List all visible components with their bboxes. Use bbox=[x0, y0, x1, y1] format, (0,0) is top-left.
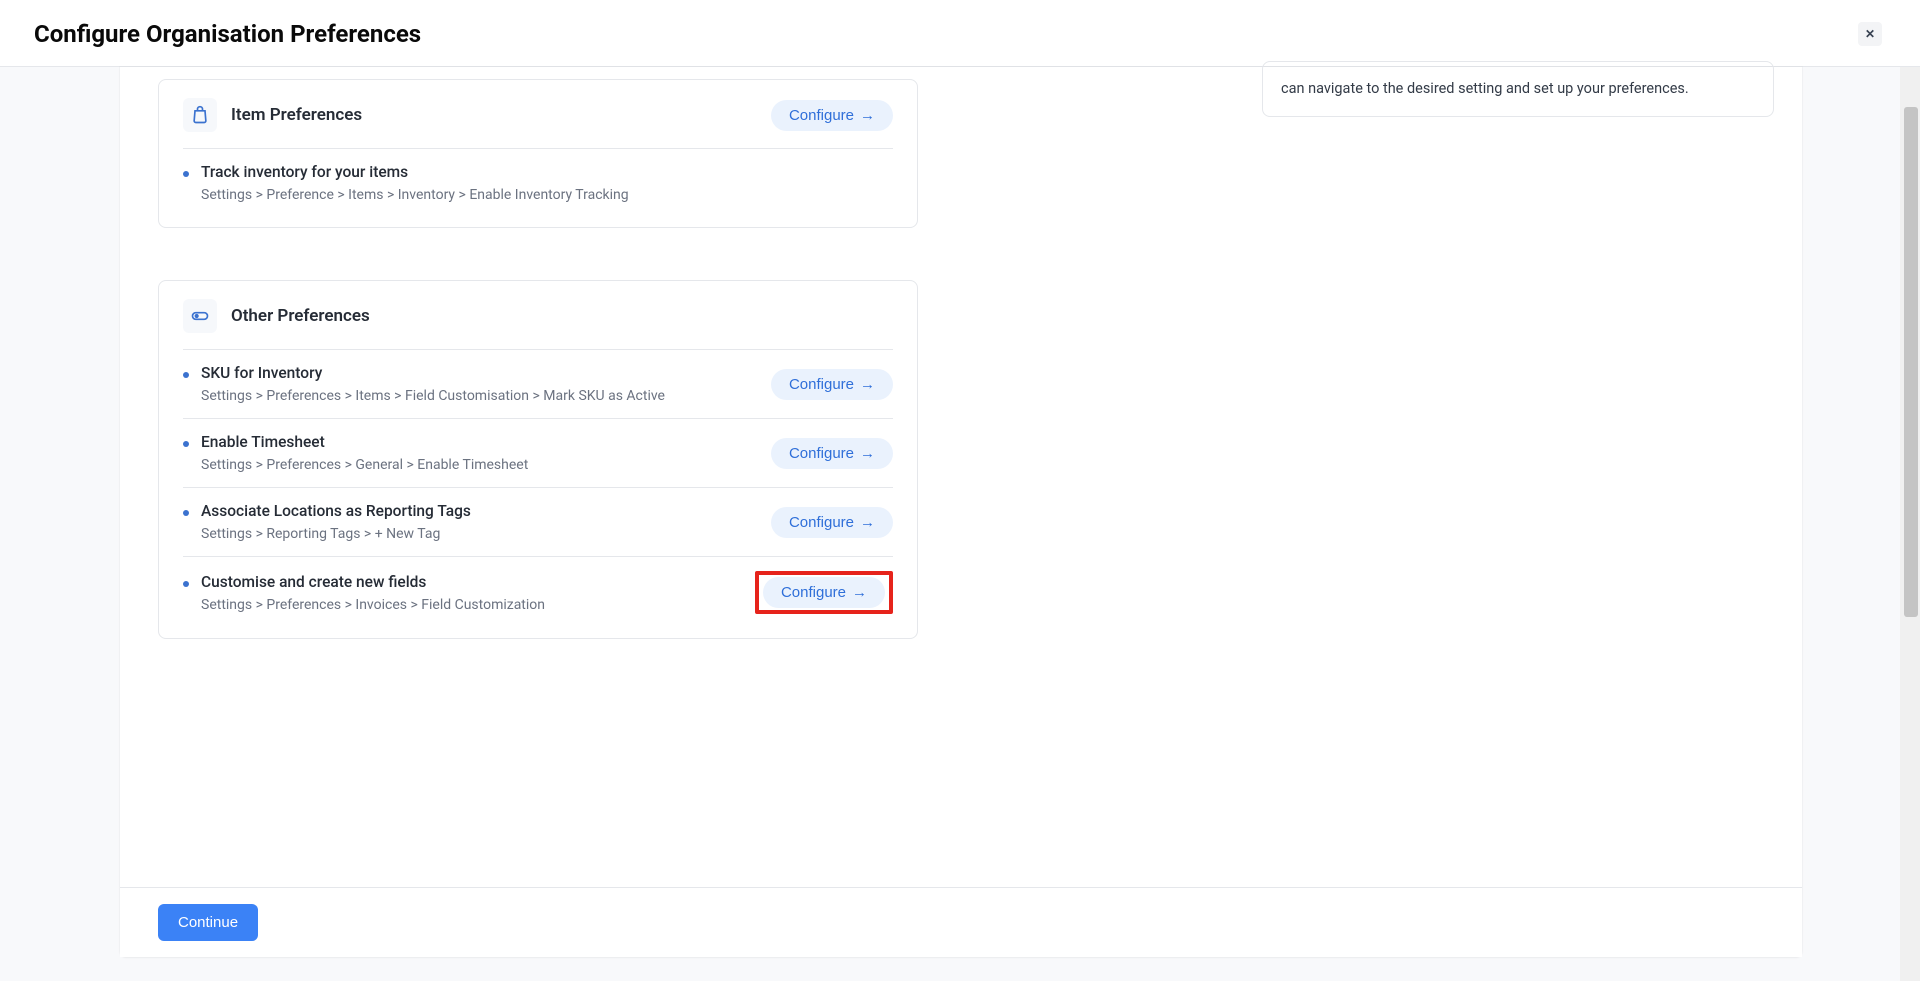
card-title: Item Preferences bbox=[231, 105, 362, 125]
list-item: SKU for Inventory Settings > Preferences… bbox=[183, 350, 893, 419]
scrollbar-thumb[interactable] bbox=[1904, 107, 1918, 617]
arrow-right-icon: → bbox=[860, 107, 875, 124]
info-box: can navigate to the desired setting and … bbox=[1262, 61, 1774, 117]
arrow-right-icon: → bbox=[860, 376, 875, 393]
page-body: Item Preferences Configure → Track inven… bbox=[0, 67, 1920, 981]
configure-label: Configure bbox=[789, 445, 854, 462]
configure-item-button[interactable]: Configure → bbox=[771, 100, 893, 131]
card-header: Other Preferences bbox=[183, 281, 893, 350]
card-header-left: Item Preferences bbox=[183, 98, 362, 132]
list-item: Track inventory for your items Settings … bbox=[183, 149, 893, 217]
item-path: Settings > Preference > Items > Inventor… bbox=[201, 187, 629, 203]
bullet-icon bbox=[183, 581, 189, 587]
footer-bar: Continue bbox=[120, 887, 1802, 957]
item-left: Track inventory for your items Settings … bbox=[183, 163, 629, 203]
close-icon: ✕ bbox=[1865, 27, 1875, 41]
highlight-annotation: Configure → bbox=[755, 571, 893, 614]
configure-label: Configure bbox=[789, 514, 854, 531]
bag-icon bbox=[183, 98, 217, 132]
bullet-icon bbox=[183, 171, 189, 177]
continue-label: Continue bbox=[178, 914, 238, 931]
card-header: Item Preferences Configure → bbox=[183, 80, 893, 149]
list-item: Associate Locations as Reporting Tags Se… bbox=[183, 488, 893, 557]
other-preferences-card: Other Preferences SKU for Inventory Sett… bbox=[158, 280, 918, 639]
item-path: Settings > Reporting Tags > + New Tag bbox=[201, 526, 471, 542]
bullet-icon bbox=[183, 441, 189, 447]
configure-timesheet-button[interactable]: Configure → bbox=[771, 438, 893, 469]
item-left: Associate Locations as Reporting Tags Se… bbox=[183, 502, 471, 542]
configure-customfields-button[interactable]: Configure → bbox=[763, 577, 885, 608]
toggle-icon bbox=[183, 299, 217, 333]
item-text: Customise and create new fields Settings… bbox=[201, 573, 545, 613]
modal-header: Configure Organisation Preferences ✕ bbox=[0, 0, 1920, 67]
item-text: Enable Timesheet Settings > Preferences … bbox=[201, 433, 528, 473]
item-left: Enable Timesheet Settings > Preferences … bbox=[183, 433, 528, 473]
configure-label: Configure bbox=[789, 376, 854, 393]
bullet-icon bbox=[183, 372, 189, 378]
configure-locations-button[interactable]: Configure → bbox=[771, 507, 893, 538]
side-column: can navigate to the desired setting and … bbox=[956, 67, 1802, 957]
item-left: Customise and create new fields Settings… bbox=[183, 573, 545, 613]
arrow-right-icon: → bbox=[860, 514, 875, 531]
item-title: SKU for Inventory bbox=[201, 364, 665, 382]
item-title: Enable Timesheet bbox=[201, 433, 528, 451]
continue-button[interactable]: Continue bbox=[158, 904, 258, 941]
item-text: Track inventory for your items Settings … bbox=[201, 163, 629, 203]
item-left: SKU for Inventory Settings > Preferences… bbox=[183, 364, 665, 404]
item-title: Track inventory for your items bbox=[201, 163, 629, 181]
configure-label: Configure bbox=[789, 107, 854, 124]
configure-sku-button[interactable]: Configure → bbox=[771, 369, 893, 400]
configure-label: Configure bbox=[781, 584, 846, 601]
item-text: Associate Locations as Reporting Tags Se… bbox=[201, 502, 471, 542]
item-path: Settings > Preferences > General > Enabl… bbox=[201, 457, 528, 473]
item-preferences-card: Item Preferences Configure → Track inven… bbox=[158, 79, 918, 228]
item-title: Customise and create new fields bbox=[201, 573, 545, 591]
info-text: can navigate to the desired setting and … bbox=[1281, 80, 1689, 97]
card-title: Other Preferences bbox=[231, 306, 370, 326]
main-column: Item Preferences Configure → Track inven… bbox=[120, 67, 956, 957]
arrow-right-icon: → bbox=[852, 584, 867, 601]
item-path: Settings > Preferences > Invoices > Fiel… bbox=[201, 597, 545, 613]
content-container: Item Preferences Configure → Track inven… bbox=[120, 67, 1802, 957]
item-text: SKU for Inventory Settings > Preferences… bbox=[201, 364, 665, 404]
item-path: Settings > Preferences > Items > Field C… bbox=[201, 388, 665, 404]
page-title: Configure Organisation Preferences bbox=[34, 20, 421, 48]
close-button[interactable]: ✕ bbox=[1858, 22, 1882, 46]
arrow-right-icon: → bbox=[860, 445, 875, 462]
list-item: Enable Timesheet Settings > Preferences … bbox=[183, 419, 893, 488]
list-item: Customise and create new fields Settings… bbox=[183, 557, 893, 628]
bullet-icon bbox=[183, 510, 189, 516]
item-title: Associate Locations as Reporting Tags bbox=[201, 502, 471, 520]
card-header-left: Other Preferences bbox=[183, 299, 370, 333]
scrollbar-track[interactable] bbox=[1900, 67, 1920, 981]
